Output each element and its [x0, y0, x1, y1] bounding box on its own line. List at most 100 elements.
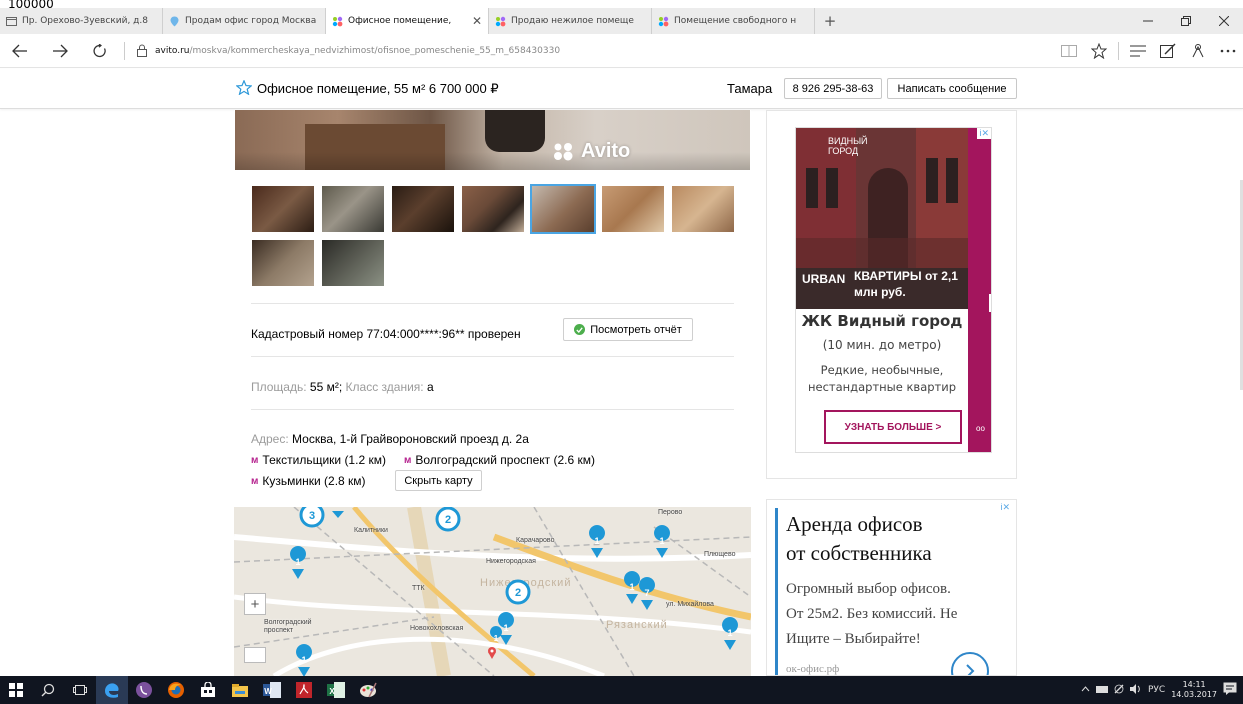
back-button[interactable]: [0, 34, 40, 68]
paint-icon: [360, 682, 377, 698]
search-button[interactable]: [32, 676, 64, 704]
window-controls: [1129, 8, 1243, 34]
send-message-button[interactable]: Написать сообщение: [887, 78, 1017, 99]
divider: [124, 41, 125, 60]
share-button[interactable]: [1183, 34, 1213, 68]
paint-app[interactable]: [352, 676, 384, 704]
map-pin-icon: 1: [589, 525, 606, 558]
tab-5[interactable]: Помещение свободного н: [652, 8, 815, 34]
hub-icon: [1130, 45, 1146, 56]
close-icon[interactable]: ✕: [472, 14, 482, 28]
divider: [251, 409, 734, 410]
viber-app[interactable]: [128, 676, 160, 704]
divider: [1118, 41, 1119, 60]
file-explorer-app[interactable]: [224, 676, 256, 704]
ad-headline-line: Аренда офисов: [786, 512, 923, 536]
adchoices-icon[interactable]: i✕: [1000, 502, 1010, 513]
volume-icon[interactable]: [1129, 683, 1142, 697]
chevron-up-icon[interactable]: [1081, 685, 1090, 695]
store-app[interactable]: [192, 676, 224, 704]
top-partial-text: 100000: [8, 0, 54, 8]
view-report-button[interactable]: Посмотреть отчёт: [563, 318, 693, 341]
ad-banner-vidny[interactable]: ВИДНЫЙ ГОРОД URBAN КВАРТИРЫ от 2,1 млн р…: [766, 110, 1017, 479]
star-icon: [1091, 42, 1107, 59]
metro-list: м Текстильщики (1.2 км) м Волгоградский …: [251, 453, 595, 467]
reading-view-button[interactable]: [1054, 34, 1084, 68]
watermark-text: Avito: [581, 140, 631, 162]
zoom-slider[interactable]: [244, 647, 266, 663]
new-tab-button[interactable]: +: [815, 8, 845, 34]
map[interactable]: Нижегородская Карачарово Калитники Волго…: [234, 507, 751, 676]
lock-icon[interactable]: [129, 44, 155, 57]
url-field[interactable]: avito.ru/moskva/kommercheskaya_nedvizhim…: [155, 46, 560, 56]
close-icon: [1219, 16, 1229, 26]
area-value: 55 м²;: [309, 380, 343, 394]
notifications-icon[interactable]: [1223, 682, 1237, 698]
adchoices-icon[interactable]: i✕: [977, 128, 991, 139]
pin-label: 1: [659, 536, 664, 546]
avito-icon: [332, 16, 343, 27]
avito-watermark: Avito: [553, 140, 630, 163]
thumbnail[interactable]: [252, 240, 314, 286]
word-app[interactable]: W: [256, 676, 288, 704]
cadastral-number: Кадастровый номер 77:04:000****:96** про…: [251, 327, 521, 341]
language-indicator[interactable]: РУС: [1148, 685, 1165, 695]
tab-3-active[interactable]: Офисное помещение, ✕: [326, 8, 489, 34]
thumbnail[interactable]: [252, 186, 314, 232]
firefox-app[interactable]: [160, 676, 192, 704]
windows-icon: [9, 683, 23, 697]
thumbnail[interactable]: [672, 186, 734, 232]
forward-button[interactable]: [40, 34, 80, 68]
clock[interactable]: 14:11 14.03.2017: [1171, 680, 1217, 700]
tab-1[interactable]: Пр. Орехово-Зуевский, д.8: [0, 8, 163, 34]
network-icon[interactable]: [1095, 684, 1108, 696]
thumbnail-selected[interactable]: [530, 184, 596, 234]
ad-desc-line: Редкие, необычные,: [820, 363, 944, 377]
ad-brand-urban: URBAN: [802, 272, 846, 286]
word-icon: W: [263, 682, 281, 698]
refresh-icon: [93, 43, 106, 57]
acrobat-app[interactable]: [288, 676, 320, 704]
ad-learn-more-button[interactable]: УЗНАТЬ БОЛЬШЕ >: [824, 410, 962, 444]
thumbnail[interactable]: [602, 186, 664, 232]
screen: 100000 Пр. Орехово-Зуевский, д.8 Продам …: [0, 0, 1243, 704]
address-value: Москва, 1-й Грайвороновский проезд д. 2а: [292, 432, 529, 446]
phone-button[interactable]: 8 926 295-38-63: [784, 78, 882, 99]
restore-button[interactable]: [1167, 8, 1205, 34]
tab-2[interactable]: Продам офис город Москва: [163, 8, 326, 34]
thumbnail[interactable]: [322, 240, 384, 286]
class-value: а: [426, 380, 434, 394]
ad-creative[interactable]: ВИДНЫЙ ГОРОД URBAN КВАРТИРЫ от 2,1 млн р…: [795, 127, 992, 453]
more-button[interactable]: [1213, 34, 1243, 68]
close-window-button[interactable]: [1205, 8, 1243, 34]
pin-label: 1: [301, 655, 306, 665]
ad-strip-text: оо: [976, 424, 985, 433]
start-button[interactable]: [0, 676, 32, 704]
zoom-in-button[interactable]: +: [244, 593, 266, 615]
folder-icon: [232, 683, 248, 697]
favorite-button[interactable]: [1084, 34, 1114, 68]
minimize-button[interactable]: [1129, 8, 1167, 34]
thumbnail[interactable]: [462, 186, 524, 232]
pen-icon[interactable]: [1114, 684, 1124, 697]
thumbnail[interactable]: [322, 186, 384, 232]
excel-app[interactable]: X: [320, 676, 352, 704]
chevron-right-icon[interactable]: [951, 652, 989, 675]
tab-bar: Пр. Орехово-Зуевский, д.8 Продам офис го…: [0, 8, 1243, 34]
task-view-button[interactable]: [64, 676, 96, 704]
star-icon[interactable]: [235, 79, 253, 100]
pin-label: 1: [629, 582, 634, 592]
hide-map-button[interactable]: Скрыть карту: [395, 470, 482, 491]
web-note-button[interactable]: [1153, 34, 1183, 68]
ad-banner-offices[interactable]: i✕ Аренда офисов от собственника Огромны…: [766, 499, 1017, 676]
location-pin-icon: [488, 647, 496, 659]
main-photo[interactable]: Avito: [235, 110, 750, 170]
refresh-button[interactable]: [80, 34, 120, 68]
edge-app[interactable]: [96, 676, 128, 704]
hub-button[interactable]: [1123, 34, 1153, 68]
map-pin-icon: 1: [722, 617, 739, 650]
url-domain: avito.ru: [155, 45, 190, 56]
tab-4[interactable]: Продаю нежилое помеще: [489, 8, 652, 34]
pin-label: 1: [594, 536, 599, 546]
thumbnail[interactable]: [392, 186, 454, 232]
